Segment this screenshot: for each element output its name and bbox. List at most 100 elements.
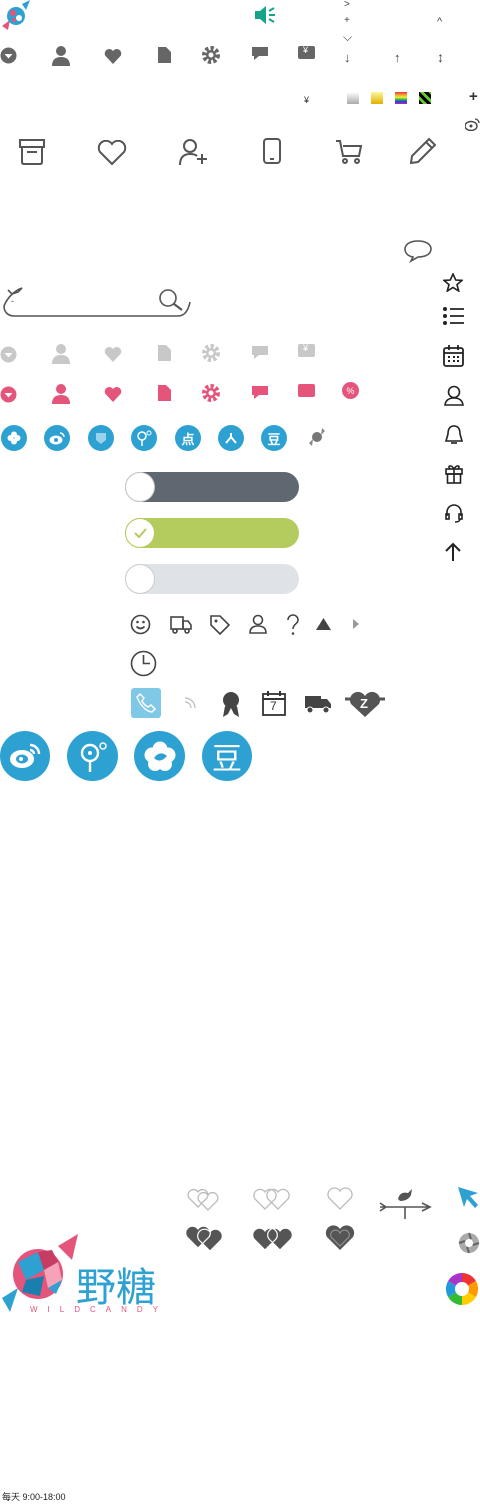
triangle-right-icon[interactable]: [353, 619, 359, 629]
chat-bubble-light-icon[interactable]: [251, 345, 269, 360]
arrow-right-icon: >: [344, 0, 350, 10]
phone-device-icon[interactable]: [263, 138, 281, 164]
yen-ticket-light-icon[interactable]: ¥: [298, 343, 315, 357]
delivery-truck-outline-icon[interactable]: [170, 615, 192, 635]
double-heart-outline-b-icon[interactable]: [251, 1187, 293, 1211]
search-icon[interactable]: [158, 288, 184, 312]
candy-small-icon: [307, 427, 327, 447]
heart-light-icon[interactable]: [104, 346, 122, 362]
yen-ticket-icon[interactable]: ¥: [298, 45, 315, 59]
douban-small-label: 豆: [267, 431, 281, 447]
weibo-large-icon[interactable]: [0, 731, 50, 781]
heart-filled-gray-icon[interactable]: [324, 1224, 356, 1252]
flower-share-large-icon[interactable]: [134, 731, 185, 781]
dropdown-circle-icon[interactable]: [0, 47, 17, 64]
box-icon[interactable]: [18, 138, 46, 166]
gear-icon[interactable]: [202, 46, 220, 64]
chat-bubble-icon[interactable]: [251, 46, 269, 61]
heart-outline-icon[interactable]: [97, 140, 127, 166]
arrow-down-icon: ↓: [344, 50, 351, 65]
toggle-knob-light: [126, 565, 154, 593]
calendar-date-icon[interactable]: 7: [262, 690, 286, 716]
weibo-blue-small-icon[interactable]: [44, 425, 70, 451]
heart-badge-icon[interactable]: Z: [345, 690, 385, 718]
gold-swatch-icon: [371, 92, 383, 104]
candy-logo-icon: [0, 0, 32, 32]
yen-ticket-label: ¥: [303, 45, 309, 55]
chat-bubble-pink-icon[interactable]: [251, 385, 269, 400]
dianping-small-icon[interactable]: 点: [175, 425, 201, 451]
yen-icon: ¥: [304, 95, 310, 105]
smiley-icon[interactable]: [130, 614, 151, 635]
user-light-icon[interactable]: [52, 344, 70, 364]
heart-badge-label: Z: [360, 696, 368, 711]
add-user-icon[interactable]: [179, 138, 209, 166]
pinterest-large-icon[interactable]: [67, 731, 118, 781]
user-pink-icon[interactable]: [52, 384, 70, 404]
bell-icon[interactable]: [444, 424, 464, 445]
discount-pink-icon[interactable]: %: [342, 382, 359, 399]
double-heart-outline-icon[interactable]: [186, 1185, 222, 1211]
delivery-truck-filled-icon[interactable]: [305, 694, 332, 714]
flower-share-small-icon[interactable]: [1, 425, 27, 451]
arrow-up-bold-icon[interactable]: [444, 542, 462, 562]
ticket-pink-icon[interactable]: [298, 384, 315, 397]
toggle-switch-dark[interactable]: [125, 472, 299, 502]
douban-small-icon[interactable]: 豆: [261, 425, 287, 451]
phone-call-icon[interactable]: [131, 688, 161, 718]
arrow-updown-icon: ↕: [437, 49, 444, 65]
award-ribbon-icon[interactable]: [219, 690, 243, 718]
toggle-switch-on[interactable]: [125, 518, 299, 548]
heart-pink-icon[interactable]: [104, 386, 122, 402]
double-heart-filled-b-icon[interactable]: [250, 1224, 296, 1252]
gear-light-icon[interactable]: [202, 344, 220, 362]
toggle-knob-check: [126, 519, 154, 547]
douban-large-icon[interactable]: 豆: [202, 731, 252, 781]
dropdown-circle-light-icon[interactable]: [0, 346, 17, 363]
dianping-label: 点: [181, 431, 195, 447]
document-light-icon[interactable]: [158, 345, 171, 361]
business-hours-text: 每天 9:00-18:00: [2, 1492, 66, 1502]
gift-icon[interactable]: [444, 463, 464, 484]
calendar-icon[interactable]: [443, 345, 464, 367]
dropdown-circle-pink-icon[interactable]: [0, 386, 17, 403]
speaker-icon[interactable]: [253, 4, 277, 26]
pinterest-blue-small-icon[interactable]: [131, 425, 157, 451]
toggle-knob: [126, 473, 154, 501]
cart-icon[interactable]: [335, 139, 363, 165]
triangle-up-icon[interactable]: [315, 617, 332, 631]
document-icon[interactable]: [158, 47, 171, 63]
signal-icon: [183, 696, 197, 710]
arrow-up-icon: ↑: [394, 50, 401, 65]
renren-small-icon[interactable]: [218, 425, 244, 451]
calendar-day-label: 7: [270, 699, 277, 713]
discount-label: %: [346, 385, 355, 396]
clock-icon[interactable]: [130, 650, 157, 677]
tag-icon[interactable]: [209, 614, 231, 636]
gear-pink-icon[interactable]: [202, 384, 220, 402]
cursor-arrow-icon: [456, 1185, 480, 1209]
star-icon[interactable]: [443, 273, 463, 292]
headset-icon[interactable]: [444, 503, 464, 523]
heart-icon[interactable]: [104, 48, 122, 64]
pencil-icon[interactable]: [409, 137, 437, 165]
person-outline-icon[interactable]: [249, 614, 267, 634]
double-heart-filled-icon[interactable]: [184, 1222, 226, 1252]
speech-bubble-icon[interactable]: [403, 239, 433, 263]
weathervane-bird-icon: [378, 1187, 432, 1219]
qzone-blue-small-icon[interactable]: [88, 425, 114, 451]
document-pink-icon[interactable]: [158, 385, 171, 401]
search-bar-mark: -: [11, 296, 14, 306]
heart-outline-gray-icon[interactable]: [326, 1187, 354, 1211]
toggle-switch-light[interactable]: [125, 564, 299, 594]
aperture-icon: [458, 1232, 480, 1254]
rainbow-swatch-icon: [395, 92, 407, 104]
list-icon[interactable]: [443, 306, 464, 326]
user-icon[interactable]: [52, 46, 70, 66]
weibo-small-icon[interactable]: [465, 118, 480, 131]
question-icon[interactable]: [285, 614, 301, 636]
caret-up-icon: ^: [437, 16, 443, 28]
chevron-down-icon: ⌵: [343, 30, 353, 44]
color-wheel-icon: [445, 1272, 479, 1306]
user-outline-icon[interactable]: [444, 385, 464, 406]
